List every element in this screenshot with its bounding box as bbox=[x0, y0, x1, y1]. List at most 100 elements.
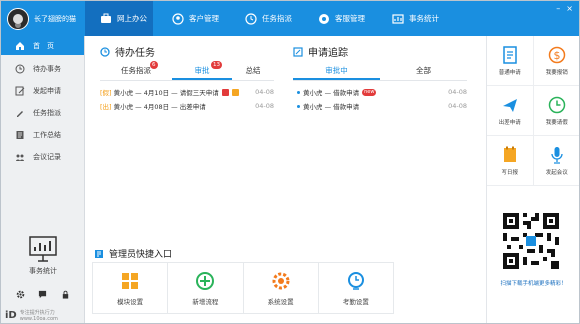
clock-icon bbox=[548, 96, 566, 114]
item-date: 04-08 bbox=[448, 102, 467, 110]
pending-icon bbox=[15, 64, 25, 74]
list-item[interactable]: 黄小虎 — 借款申请 new 04-08 bbox=[297, 86, 467, 98]
urgent-icon bbox=[221, 88, 229, 96]
shortcut-business-trip[interactable]: 出差申请 bbox=[487, 86, 534, 136]
tab-label: 全部 bbox=[416, 66, 431, 75]
shortcut-label: 发起会议 bbox=[545, 169, 568, 176]
stats-icon bbox=[391, 12, 404, 25]
tracking-title: 申请追踪 bbox=[293, 44, 348, 59]
list-item[interactable]: [假] 黄小虎 — 4月10日 — 请假三天申请 04-08 bbox=[100, 86, 274, 98]
todo-title: 待办任务 bbox=[100, 44, 155, 59]
shortcut-label: 普通申请 bbox=[498, 69, 521, 76]
item-text: 黄小虎 — 借款申请 bbox=[303, 103, 360, 111]
todo-tabs: 任务指派 6 审批 13 总结 bbox=[100, 61, 274, 81]
sidebar-item-task-assign[interactable]: 任务指派 bbox=[1, 102, 84, 124]
item-text: 黄小虎 — 借款申请 bbox=[303, 89, 360, 97]
sidebar-item-home[interactable]: 首 页 bbox=[1, 36, 84, 55]
shortcut-leave[interactable]: 我要请假 bbox=[533, 86, 579, 136]
main-content: 待办任务 任务指派 6 审批 13 总结 [假] 黄小虎 — 4月10日 — 请… bbox=[86, 36, 486, 323]
sidebar-item-meeting[interactable]: 会议记录 bbox=[1, 146, 84, 168]
tracking-title-text: 申请追踪 bbox=[308, 48, 348, 59]
qr-caption: 扫描下载手机端更多精彩！ bbox=[500, 281, 567, 287]
shortcut-daily-report[interactable]: 写日报 bbox=[487, 136, 534, 186]
shortcut-reimburse[interactable]: $ 我要报销 bbox=[533, 36, 579, 86]
airplane-icon bbox=[501, 96, 519, 114]
shortcut-label: 写日报 bbox=[501, 169, 518, 176]
shortcut-label: 出差申请 bbox=[498, 119, 521, 126]
nav-item-customer[interactable]: 客户管理 bbox=[171, 1, 219, 36]
todo-title-text: 待办任务 bbox=[115, 48, 155, 59]
sidebar-item-label: 发起申请 bbox=[33, 87, 61, 95]
sidebar-item-label: 任务指派 bbox=[33, 109, 61, 117]
count-badge: 13 bbox=[211, 61, 222, 69]
nav-item-task[interactable]: 任务指派 bbox=[244, 1, 292, 36]
quick-system-settings[interactable]: 系统设置 bbox=[244, 263, 319, 313]
gear-icon[interactable] bbox=[16, 290, 25, 301]
bullet-icon bbox=[297, 90, 300, 94]
notepad-icon bbox=[501, 146, 519, 164]
brand-logo: iD bbox=[5, 309, 17, 321]
svg-text:$: $ bbox=[553, 49, 560, 62]
nav-item-office[interactable]: 网上办公 bbox=[85, 1, 153, 36]
system-gear-icon bbox=[271, 271, 291, 291]
tab-in-approval[interactable]: 审批中 bbox=[293, 64, 380, 80]
item-text: 黄小虎 — 4月08日 — 出差申请 bbox=[113, 103, 206, 111]
minimize-icon[interactable]: – bbox=[556, 4, 560, 13]
quick-entry-grid: 模块设置 新增流程 系统设置 考勤设置 bbox=[92, 262, 394, 314]
stats-label: 事务统计 bbox=[29, 267, 57, 275]
quick-module-settings[interactable]: 模块设置 bbox=[93, 263, 169, 313]
entry-icon bbox=[94, 249, 104, 259]
sidebar-item-summary[interactable]: 工作总结 bbox=[1, 124, 84, 146]
item-text: 黄小虎 — 4月10日 — 请假三天申请 bbox=[113, 89, 219, 97]
leave-tag: [假] bbox=[100, 89, 112, 97]
summary-icon bbox=[15, 130, 25, 140]
nav-label-customer: 客户管理 bbox=[189, 14, 219, 23]
stats-shortcut[interactable]: 事务统计 bbox=[1, 235, 85, 276]
quick-label: 新增流程 bbox=[192, 297, 219, 306]
nav-label-office: 网上办公 bbox=[117, 14, 147, 23]
close-icon[interactable]: × bbox=[566, 4, 573, 13]
module-icon bbox=[120, 271, 140, 291]
service-icon bbox=[317, 12, 330, 25]
trip-tag: [出] bbox=[100, 103, 112, 111]
document-icon bbox=[501, 45, 519, 64]
sidebar-item-apply[interactable]: 发起申请 bbox=[1, 80, 84, 102]
quick-attendance-settings[interactable]: 考勤设置 bbox=[319, 263, 393, 313]
dollar-icon: $ bbox=[548, 46, 566, 64]
microphone-icon bbox=[548, 146, 566, 164]
tab-all[interactable]: 全部 bbox=[380, 64, 467, 80]
tab-task-assign[interactable]: 任务指派 6 bbox=[100, 61, 172, 80]
app-window: 长了翅膀的猫 网上办公 客户管理 任务指派 客服管理 事务统计 – × 首 页 … bbox=[0, 0, 580, 324]
brand-footer: iD 专注提升执行力 www.10oa.com bbox=[1, 307, 85, 323]
shortcut-meeting[interactable]: 发起会议 bbox=[533, 136, 579, 186]
lock-icon[interactable] bbox=[61, 290, 70, 301]
tab-label: 总结 bbox=[245, 66, 261, 75]
meeting-icon bbox=[15, 152, 25, 162]
message-icon[interactable] bbox=[38, 290, 47, 301]
list-item[interactable]: [出] 黄小虎 — 4月08日 — 出差申请 04-08 bbox=[100, 100, 274, 112]
sidebar: 首 页 待办事务 发起申请 任务指派 工作总结 会议记录 事务统计 iD 专注提… bbox=[1, 36, 85, 323]
quick-add-flow[interactable]: 新增流程 bbox=[168, 263, 244, 313]
tab-approval[interactable]: 审批 13 bbox=[172, 61, 232, 80]
tab-summary[interactable]: 总结 bbox=[232, 64, 274, 80]
qr-code bbox=[503, 213, 559, 269]
apply-icon bbox=[15, 86, 25, 96]
nav-item-service[interactable]: 客服管理 bbox=[317, 1, 365, 36]
shortcut-label: 我要报销 bbox=[545, 69, 568, 76]
item-date: 04-08 bbox=[255, 102, 274, 110]
tab-label: 任务指派 bbox=[121, 66, 151, 75]
user-profile[interactable]: 长了翅膀的猫 bbox=[1, 1, 85, 36]
shortcut-general-apply[interactable]: 普通申请 bbox=[487, 36, 534, 86]
item-date: 04-08 bbox=[255, 88, 274, 96]
avatar[interactable] bbox=[7, 7, 29, 30]
quick-label: 模块设置 bbox=[117, 297, 144, 306]
nav-label-stats: 事务统计 bbox=[409, 14, 439, 23]
window-controls: – × bbox=[556, 4, 573, 13]
list-item[interactable]: 黄小虎 — 借款申请 04-08 bbox=[297, 100, 467, 112]
sidebar-item-pending[interactable]: 待办事务 bbox=[1, 58, 84, 80]
nav-item-stats[interactable]: 事务统计 bbox=[391, 1, 439, 36]
new-badge: new bbox=[362, 88, 377, 96]
task-icon bbox=[244, 12, 257, 25]
brand-url: www.10oa.com bbox=[19, 315, 58, 322]
shortcut-label: 我要请假 bbox=[545, 119, 568, 126]
